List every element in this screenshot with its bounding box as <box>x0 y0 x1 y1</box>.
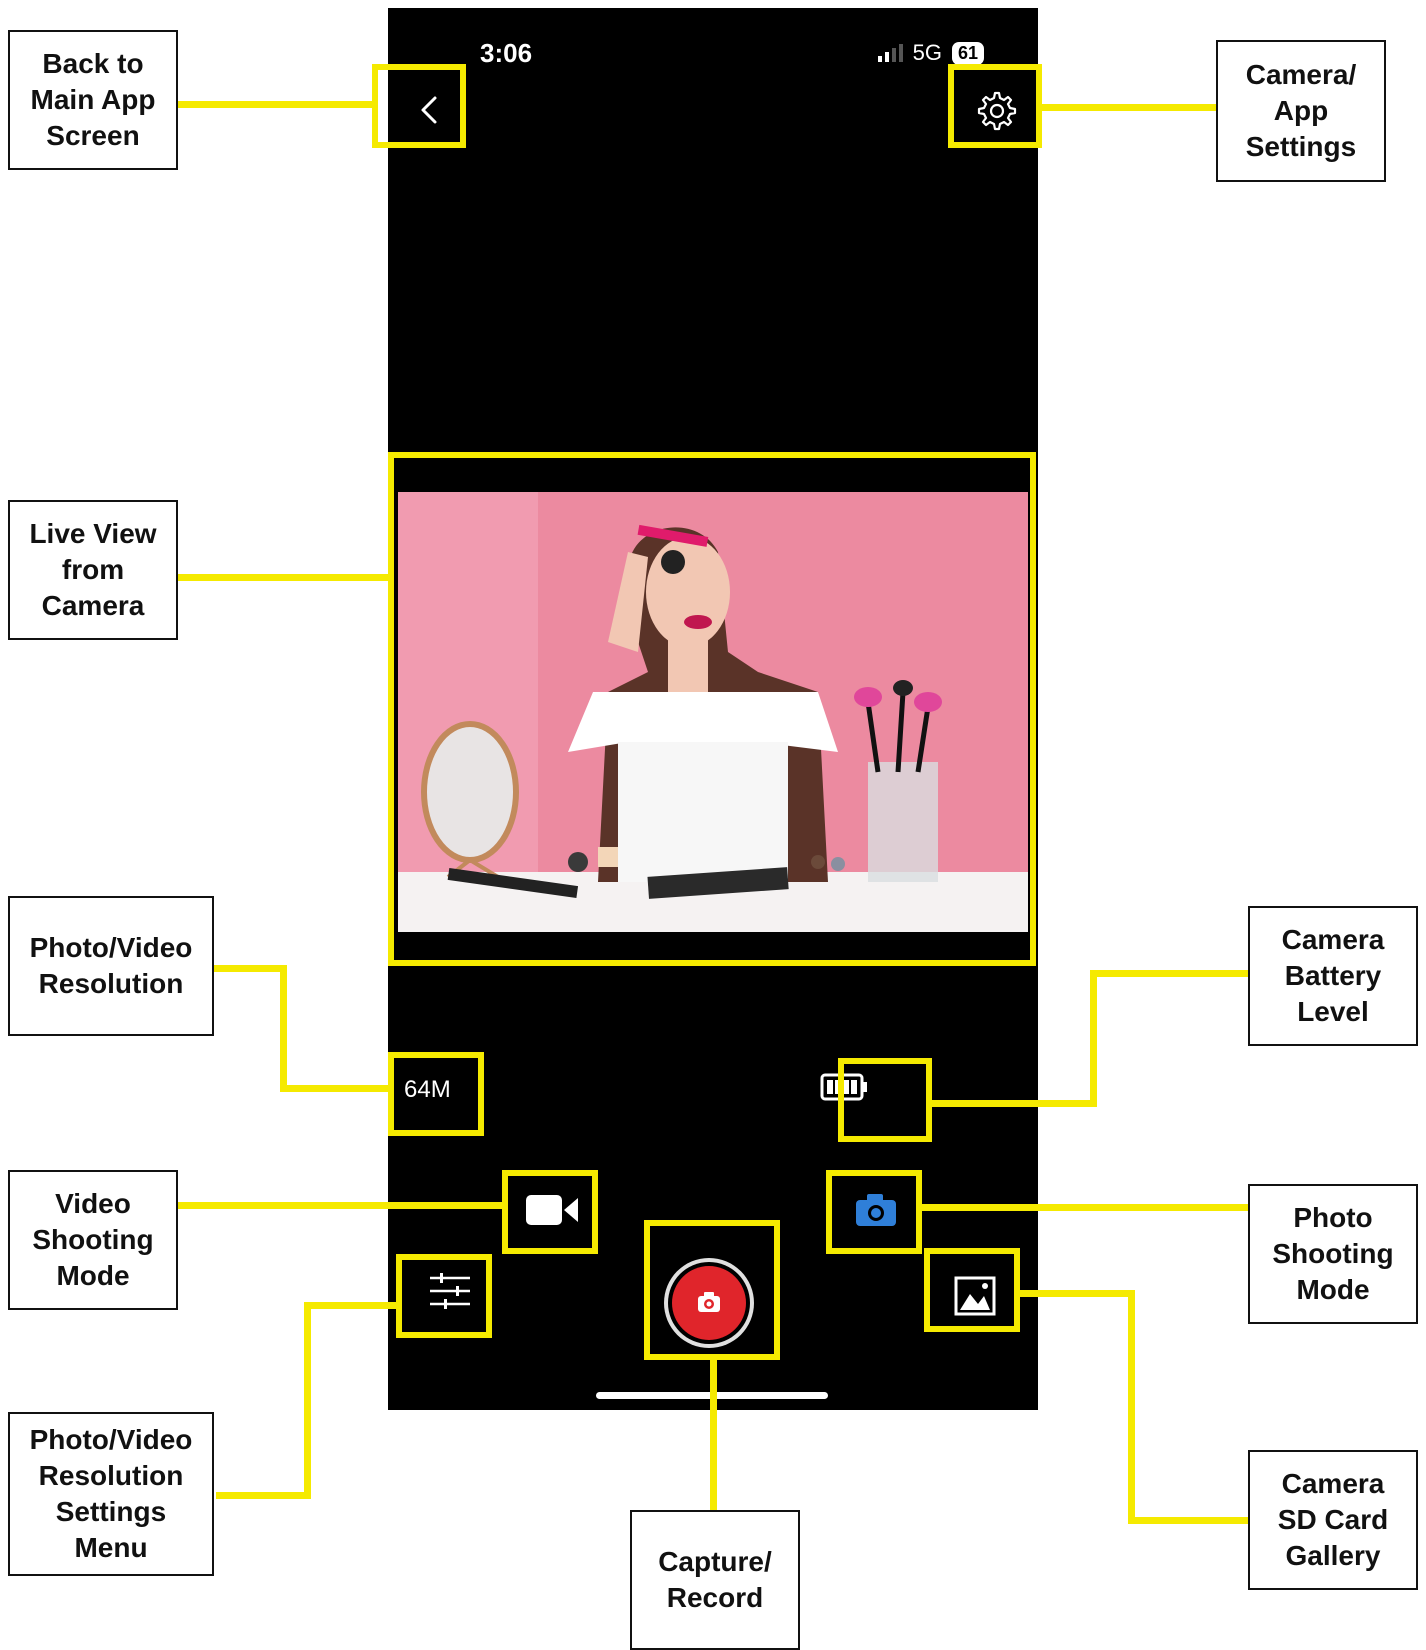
highlight-capture <box>644 1220 780 1360</box>
callout-battery: Camera Battery Level <box>1248 906 1418 1046</box>
callout-video-mode: Video Shooting Mode <box>8 1170 178 1310</box>
callout-resolution: Photo/Video Resolution <box>8 896 214 1036</box>
connector-gallery-b <box>1128 1290 1135 1524</box>
callout-back: Back to Main App Screen <box>8 30 178 170</box>
callout-photo-mode: Photo Shooting Mode <box>1248 1184 1418 1324</box>
connector-live-view <box>176 574 390 581</box>
highlight-res-menu <box>396 1254 492 1338</box>
highlight-battery <box>838 1058 932 1142</box>
connector-resolution-a <box>214 965 284 972</box>
connector-gallery-c <box>1128 1517 1250 1524</box>
highlight-live-view <box>388 452 1036 966</box>
signal-icon <box>877 44 903 62</box>
highlight-resolution <box>388 1052 484 1136</box>
connector-resolution-b <box>280 965 287 1089</box>
highlight-video-mode <box>502 1170 598 1254</box>
connector-res-menu-b <box>304 1302 311 1499</box>
connector-battery-b <box>1090 970 1097 1107</box>
connector-back <box>176 101 374 108</box>
connector-battery-c <box>1090 970 1250 977</box>
callout-live-view: Live View from Camera <box>8 500 178 640</box>
highlight-back <box>372 64 466 148</box>
highlight-settings <box>948 64 1042 148</box>
highlight-photo-mode <box>826 1170 922 1254</box>
highlight-gallery <box>924 1248 1020 1332</box>
connector-settings <box>1040 104 1218 111</box>
connector-battery-a <box>930 1100 1094 1107</box>
callout-res-menu: Photo/Video Resolution Settings Menu <box>8 1412 214 1576</box>
connector-resolution-c <box>280 1085 390 1092</box>
connector-capture <box>710 1358 717 1512</box>
connector-video <box>176 1202 504 1209</box>
status-indicators: 5G 61 <box>877 40 984 66</box>
callout-capture: Capture/ Record <box>630 1510 800 1650</box>
network-label: 5G <box>912 40 942 65</box>
callout-settings: Camera/ App Settings <box>1216 40 1386 182</box>
callout-gallery: Camera SD Card Gallery <box>1248 1450 1418 1590</box>
connector-res-menu-c <box>304 1302 398 1309</box>
phone-battery-badge: 61 <box>951 41 984 65</box>
connector-res-menu-a <box>216 1492 310 1499</box>
connector-gallery-a <box>1018 1290 1134 1297</box>
connector-photo <box>920 1204 1250 1211</box>
status-time: 3:06 <box>480 38 533 68</box>
